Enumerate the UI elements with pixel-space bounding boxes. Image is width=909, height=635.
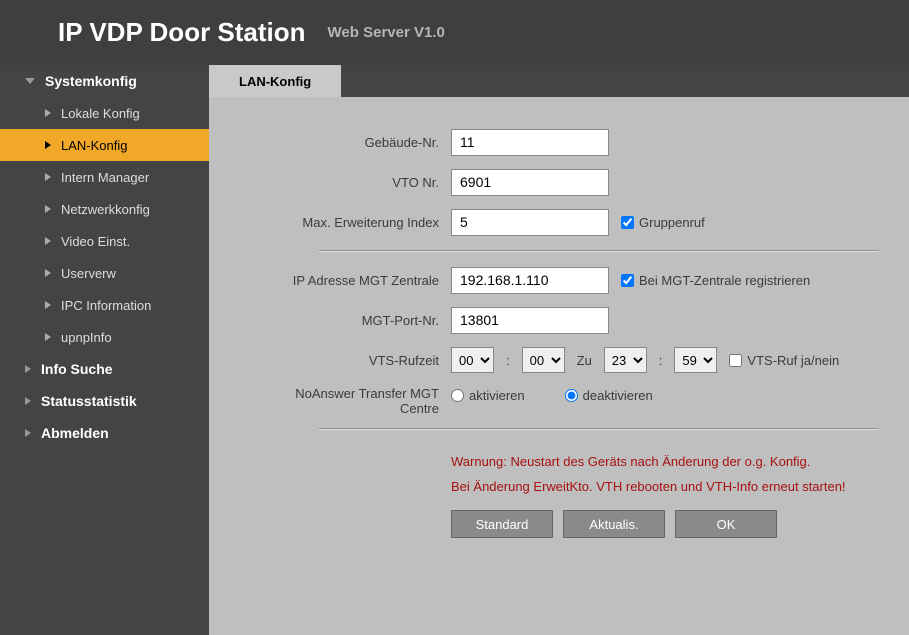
noanswer-deactivate-wrap[interactable]: deaktivieren	[565, 388, 653, 403]
building-no-input[interactable]	[451, 129, 609, 156]
sidebar-item-lokale-konfig[interactable]: Lokale Konfig	[0, 97, 209, 129]
tab-lan-konfig[interactable]: LAN-Konfig	[209, 65, 341, 97]
default-button[interactable]: Standard	[451, 510, 553, 538]
sidebar-nav: Systemkonfig Lokale Konfig LAN-Konfig In…	[0, 65, 209, 635]
chevron-right-icon	[45, 269, 51, 277]
chevron-right-icon	[25, 429, 31, 437]
vts-from-min-select[interactable]: 00	[522, 347, 565, 373]
chevron-right-icon	[45, 237, 51, 245]
warning-line-2: Bei Änderung ErweitKto. VTH rebooten und…	[451, 479, 879, 494]
to-label: Zu	[577, 353, 592, 368]
refresh-button[interactable]: Aktualis.	[563, 510, 665, 538]
sidebar-item-label: Lokale Konfig	[61, 106, 140, 121]
mgt-port-label: MGT-Port-Nr.	[239, 313, 439, 328]
mgt-ip-input[interactable]	[451, 267, 609, 294]
mgt-register-label: Bei MGT-Zentrale registrieren	[639, 273, 810, 288]
mgt-register-wrap[interactable]: Bei MGT-Zentrale registrieren	[621, 273, 810, 288]
sidebar-group-abmelden[interactable]: Abmelden	[0, 417, 209, 449]
sidebar-item-ipc-information[interactable]: IPC Information	[0, 289, 209, 321]
vto-no-label: VTO Nr.	[239, 175, 439, 190]
vts-call-label: VTS-Ruf ja/nein	[747, 353, 839, 368]
app-subtitle: Web Server V1.0	[328, 24, 445, 41]
sidebar-item-netzwerkkonfig[interactable]: Netzwerkkonfig	[0, 193, 209, 225]
max-ext-input[interactable]	[451, 209, 609, 236]
noanswer-label: NoAnswer Transfer MGT Centre	[239, 386, 439, 416]
main-panel: LAN-Konfig Gebäude-Nr. VTO Nr. Max. Erwe…	[209, 65, 909, 635]
sidebar-item-label: upnpInfo	[61, 330, 112, 345]
chevron-down-icon	[25, 78, 35, 84]
activate-label: aktivieren	[469, 388, 525, 403]
noanswer-activate-wrap[interactable]: aktivieren	[451, 388, 525, 403]
tab-bar: LAN-Konfig	[209, 65, 909, 97]
vts-to-hour-select[interactable]: 23	[604, 347, 647, 373]
noanswer-deactivate-radio[interactable]	[565, 389, 578, 402]
app-title: IP VDP Door Station	[58, 17, 306, 48]
sidebar-item-label: Video Einst.	[61, 234, 130, 249]
sidebar-group-info-suche[interactable]: Info Suche	[0, 353, 209, 385]
sidebar-group-label: Info Suche	[41, 361, 113, 377]
vts-from-hour-select[interactable]: 00	[451, 347, 494, 373]
vts-time-label: VTS-Rufzeit	[239, 353, 439, 368]
colon-sep: :	[659, 353, 663, 368]
building-no-label: Gebäude-Nr.	[239, 135, 439, 150]
divider	[319, 428, 879, 430]
chevron-right-icon	[45, 109, 51, 117]
sidebar-item-label: Intern Manager	[61, 170, 149, 185]
app-header: IP VDP Door Station Web Server V1.0	[0, 0, 909, 65]
ok-button[interactable]: OK	[675, 510, 777, 538]
chevron-right-icon	[45, 141, 51, 149]
sidebar-group-label: Statusstatistik	[41, 393, 137, 409]
sidebar-group-label: Systemkonfig	[45, 73, 137, 89]
noanswer-activate-radio[interactable]	[451, 389, 464, 402]
sidebar-item-intern-manager[interactable]: Intern Manager	[0, 161, 209, 193]
vts-call-wrap[interactable]: VTS-Ruf ja/nein	[729, 353, 839, 368]
chevron-right-icon	[45, 205, 51, 213]
sidebar-item-label: IPC Information	[61, 298, 151, 313]
chevron-right-icon	[45, 301, 51, 309]
group-call-wrap[interactable]: Gruppenruf	[621, 215, 705, 230]
colon-sep: :	[506, 353, 510, 368]
group-call-label: Gruppenruf	[639, 215, 705, 230]
divider	[319, 250, 879, 252]
mgt-ip-label: IP Adresse MGT Zentrale	[239, 273, 439, 288]
sidebar-item-video-einst[interactable]: Video Einst.	[0, 225, 209, 257]
sidebar-item-label: LAN-Konfig	[61, 138, 127, 153]
sidebar-group-statusstatistik[interactable]: Statusstatistik	[0, 385, 209, 417]
group-call-checkbox[interactable]	[621, 216, 634, 229]
sidebar-item-label: Userverw	[61, 266, 116, 281]
mgt-port-input[interactable]	[451, 307, 609, 334]
max-ext-label: Max. Erweiterung Index	[239, 215, 439, 230]
sidebar-item-userverw[interactable]: Userverw	[0, 257, 209, 289]
chevron-right-icon	[45, 173, 51, 181]
chevron-right-icon	[25, 397, 31, 405]
mgt-register-checkbox[interactable]	[621, 274, 634, 287]
deactivate-label: deaktivieren	[583, 388, 653, 403]
vts-to-min-select[interactable]: 59	[674, 347, 717, 373]
chevron-right-icon	[45, 333, 51, 341]
warning-line-1: Warnung: Neustart des Geräts nach Änderu…	[451, 454, 879, 469]
sidebar-group-label: Abmelden	[41, 425, 109, 441]
sidebar-group-systemkonfig[interactable]: Systemkonfig	[0, 65, 209, 97]
sidebar-item-upnpinfo[interactable]: upnpInfo	[0, 321, 209, 353]
sidebar-item-lan-konfig[interactable]: LAN-Konfig	[0, 129, 209, 161]
sidebar-item-label: Netzwerkkonfig	[61, 202, 150, 217]
chevron-right-icon	[25, 365, 31, 373]
vts-call-checkbox[interactable]	[729, 354, 742, 367]
vto-no-input[interactable]	[451, 169, 609, 196]
